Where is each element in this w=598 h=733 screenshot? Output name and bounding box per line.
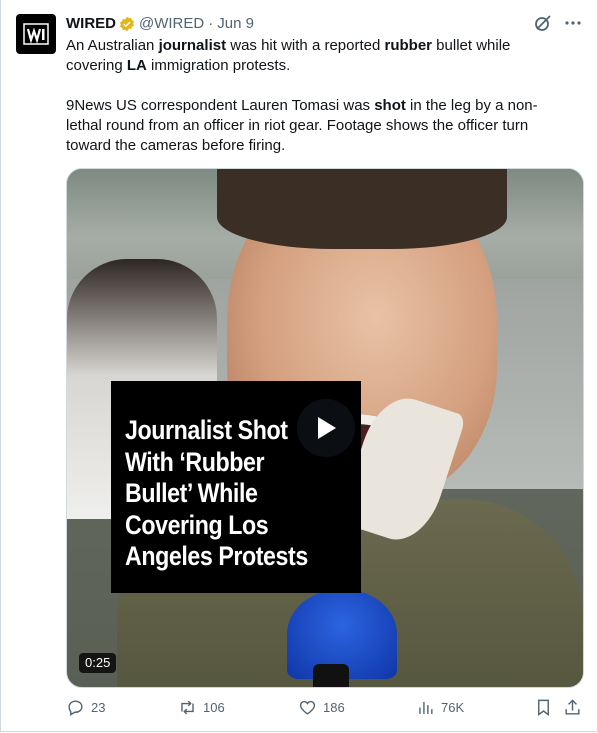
author-handle[interactable]: @WIRED xyxy=(139,14,204,34)
separator-dot: · xyxy=(208,15,214,32)
paragraph1-bold-run: rubber xyxy=(384,37,433,54)
author-name[interactable]: WIRED xyxy=(66,14,116,34)
repost-icon xyxy=(181,700,194,715)
paragraph2-bold-run: shot xyxy=(374,97,406,114)
reply-icon xyxy=(68,700,83,716)
video-headline: Journalist Shot With ‘Rubber Bullet’ Whi… xyxy=(125,415,308,571)
paragraph1-bold-run: LA xyxy=(126,57,147,74)
grok-icon[interactable] xyxy=(534,14,552,32)
post-date[interactable]: Jun 9 xyxy=(217,14,254,34)
play-icon xyxy=(318,417,336,439)
views-button[interactable]: 76K xyxy=(416,698,464,717)
post-header: WIRED @WIRED · Jun 9 xyxy=(66,14,582,34)
post-paragraph-1: An Australian journalist was hit with a … xyxy=(66,36,566,76)
reply-button[interactable]: 23 xyxy=(66,698,105,717)
like-button[interactable]: 186 xyxy=(298,698,345,717)
video-microphone-handle xyxy=(313,664,349,687)
paragraph1-run: immigration protests. xyxy=(146,57,291,74)
more-icon[interactable] xyxy=(564,14,582,32)
action-bar: 23 106 186 76K xyxy=(66,698,582,720)
repost-button[interactable]: 106 xyxy=(178,698,225,717)
bookmark-icon xyxy=(538,699,549,717)
paragraph1-bold-run: journalist xyxy=(158,37,227,54)
views-count: 76K xyxy=(441,700,465,715)
play-button[interactable] xyxy=(297,399,355,457)
like-icon xyxy=(299,700,316,715)
avatar[interactable] xyxy=(16,14,56,54)
post-text: An Australian journalist was hit with a … xyxy=(66,36,566,156)
reply-count: 23 xyxy=(91,700,106,715)
verified-badge-icon xyxy=(120,16,134,32)
video-player[interactable]: Journalist Shot With ‘Rubber Bullet’ Whi… xyxy=(66,168,584,688)
bookmark-button[interactable] xyxy=(534,698,553,717)
post-paragraph-2: 9News US correspondent Lauren Tomasi was… xyxy=(66,96,566,156)
share-icon xyxy=(565,699,580,715)
paragraph1-run: An Australian xyxy=(66,37,159,54)
like-count: 186 xyxy=(323,700,345,715)
repost-count: 106 xyxy=(203,700,225,715)
views-icon xyxy=(419,701,433,714)
video-reporter-hair xyxy=(217,169,507,249)
paragraph1-run: was hit with a reported xyxy=(226,37,385,54)
paragraph2-run: 9News US correspondent Lauren Tomasi was xyxy=(66,97,375,114)
share-button[interactable] xyxy=(563,698,582,717)
video-duration: 0:25 xyxy=(79,653,117,673)
wired-logo-icon xyxy=(23,23,49,45)
